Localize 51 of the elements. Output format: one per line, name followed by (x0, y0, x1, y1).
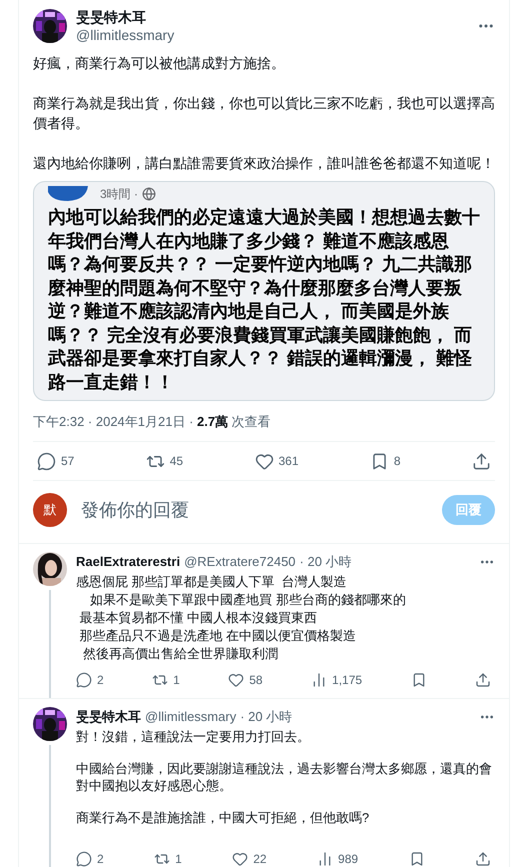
reply-text: 然後再高價出售給全世界賺取利潤 (82, 645, 280, 662)
action-count: 58 (249, 673, 263, 687)
reply-text: 商業行為不是誰施捨誰，中國大可拒絕，但他敢嗎? (76, 809, 370, 826)
action-count: 2 (97, 852, 104, 866)
reply-text: 對！沒錯，這種說法一定要用力打回去。 (76, 728, 311, 745)
heart-icon[interactable] (254, 452, 274, 470)
share-icon[interactable] (474, 851, 491, 867)
post-text: 商業行為就是我出貨，你出錢，你也可以貨比三家不吃虧，我也可以選擇高價者得。 (33, 94, 495, 133)
reply-icon[interactable] (76, 672, 92, 688)
action-count: 2 (97, 673, 104, 687)
action-count: 989 (338, 852, 358, 866)
action-count: 1,175 (332, 673, 362, 687)
author-name[interactable]: RaelExtraterestri (76, 553, 180, 571)
action-count: 8 (394, 454, 401, 468)
reply-text: 最基本貿易都不懂 中國人根本沒錢買東西 (78, 609, 318, 626)
action-count: 45 (170, 454, 184, 468)
action-count: 57 (61, 454, 74, 468)
heart-icon[interactable] (228, 672, 244, 688)
author-handle[interactable]: @llimitlessmary (76, 26, 468, 44)
post-time: 3時間 · (100, 186, 138, 202)
heart-icon[interactable] (232, 851, 248, 867)
author-handle[interactable]: @RExtratere72450 (184, 553, 296, 571)
post-time: · 20 小時 (300, 553, 352, 571)
quoted-text: 內地可以給我們的必定遠遠大過於美國！想想過去數十年我們台灣人在內地賺了多少錢？ 難道不應該感恩嗎？為何要反共？？ 一定要忤逆內地嗎？ 九二共識那麼神聖的問題為何不堅守？為什麼那麼多台灣人要叛逆？難道不應該認清內地是自己人， 而美國是外族嗎？？ 完全沒有必要浪費錢買軍武讓美國賺飽飽， 而武器卻是要拿來打自家人？？ 錯誤的邏輯瀰漫， 難怪路一直走錯！！ (48, 206, 481, 394)
post-time: · 20 小時 (240, 708, 292, 726)
reply-icon[interactable] (37, 452, 56, 470)
author-name[interactable]: 旻旻特木耳 (76, 708, 141, 726)
post-text: 好瘋，商業行為可以被他講成對方施捨。 (33, 54, 286, 73)
reply-text: 中國給台灣賺，因此要謝謝這種說法，過去影響台灣太多鄉愿，還真的會對中國抱以友好感恩心態。 (76, 760, 493, 794)
bookmark-icon[interactable] (410, 672, 427, 688)
reply-icon[interactable] (76, 851, 92, 867)
reply-field[interactable]: 發佈你的回覆 (79, 498, 430, 522)
action-count: 1 (173, 673, 180, 687)
share-icon[interactable] (472, 452, 491, 470)
globe-icon (142, 187, 156, 201)
views-icon[interactable] (311, 672, 328, 688)
action-count: 22 (253, 852, 267, 866)
bookmark-icon[interactable] (408, 851, 425, 867)
post-timestamp: 下午2:32 · 2024年1月21日 · 2.7萬 次查看 (33, 413, 272, 431)
reply-text: 那些產品只不過是洗產地 在中國以便宜價格製造 (78, 627, 358, 644)
post-text: 還內地給你賺咧，講白點誰需要貨來政治操作，誰叫誰爸爸都還不知道呢！ (33, 154, 495, 173)
reply-text: 感恩個屁 那些訂單都是美國人下單 台灣人製造 (76, 573, 348, 590)
share-icon[interactable] (474, 672, 491, 688)
user-avatar: 默 (33, 493, 67, 527)
action-count: 1 (175, 852, 182, 866)
page-logo-icon (48, 186, 88, 202)
action-count: 361 (278, 454, 299, 468)
reply-text: 如果不是歐美下單跟中國產地買 那些台商的錢都哪來的 (89, 591, 407, 608)
author-name[interactable]: 旻旻特木耳 (76, 8, 468, 26)
views-icon[interactable] (317, 851, 334, 867)
author-handle[interactable]: @llimitlessmary (145, 708, 236, 726)
